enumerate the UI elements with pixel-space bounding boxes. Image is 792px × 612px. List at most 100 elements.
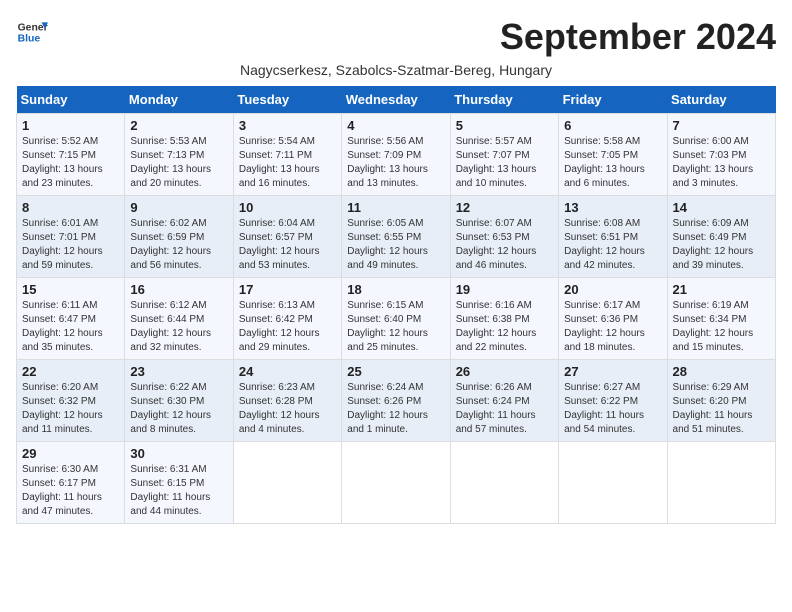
calendar-cell: 3 Sunrise: 5:54 AMSunset: 7:11 PMDaylight…: [233, 114, 341, 196]
calendar-cell: 29 Sunrise: 6:30 AMSunset: 6:17 PMDayligh…: [17, 442, 125, 524]
day-number: 21: [673, 282, 770, 297]
calendar-cell: 28 Sunrise: 6:29 AMSunset: 6:20 PMDayligh…: [667, 360, 775, 442]
day-info: Sunrise: 6:30 AMSunset: 6:17 PMDaylight:…: [22, 464, 102, 517]
day-number: 6: [564, 118, 661, 133]
day-number: 8: [22, 200, 119, 215]
day-info: Sunrise: 6:01 AMSunset: 7:01 PMDaylight:…: [22, 218, 103, 271]
page-header: General Blue September 2024: [16, 16, 776, 58]
calendar-cell: 12 Sunrise: 6:07 AMSunset: 6:53 PMDayligh…: [450, 196, 558, 278]
day-info: Sunrise: 6:11 AMSunset: 6:47 PMDaylight:…: [22, 300, 103, 353]
logo-icon: General Blue: [16, 16, 48, 48]
svg-text:Blue: Blue: [18, 34, 41, 45]
day-number: 19: [456, 282, 553, 297]
day-info: Sunrise: 6:22 AMSunset: 6:30 PMDaylight:…: [130, 382, 211, 435]
calendar-cell: [233, 442, 341, 524]
day-number: 20: [564, 282, 661, 297]
day-info: Sunrise: 6:12 AMSunset: 6:44 PMDaylight:…: [130, 300, 211, 353]
calendar-cell: [450, 442, 558, 524]
day-info: Sunrise: 6:15 AMSunset: 6:40 PMDaylight:…: [347, 300, 428, 353]
day-info: Sunrise: 6:16 AMSunset: 6:38 PMDaylight:…: [456, 300, 537, 353]
day-info: Sunrise: 6:29 AMSunset: 6:20 PMDaylight:…: [673, 382, 753, 435]
calendar-cell: 16 Sunrise: 6:12 AMSunset: 6:44 PMDayligh…: [125, 278, 233, 360]
calendar-cell: 9 Sunrise: 6:02 AMSunset: 6:59 PMDaylight…: [125, 196, 233, 278]
day-info: Sunrise: 6:17 AMSunset: 6:36 PMDaylight:…: [564, 300, 645, 353]
day-header-saturday: Saturday: [667, 86, 775, 114]
calendar-cell: 2 Sunrise: 5:53 AMSunset: 7:13 PMDaylight…: [125, 114, 233, 196]
day-info: Sunrise: 6:09 AMSunset: 6:49 PMDaylight:…: [673, 218, 754, 271]
day-header-friday: Friday: [559, 86, 667, 114]
day-info: Sunrise: 6:27 AMSunset: 6:22 PMDaylight:…: [564, 382, 644, 435]
day-number: 28: [673, 364, 770, 379]
calendar-cell: 27 Sunrise: 6:27 AMSunset: 6:22 PMDayligh…: [559, 360, 667, 442]
day-number: 4: [347, 118, 444, 133]
day-info: Sunrise: 6:02 AMSunset: 6:59 PMDaylight:…: [130, 218, 211, 271]
day-info: Sunrise: 6:26 AMSunset: 6:24 PMDaylight:…: [456, 382, 536, 435]
day-info: Sunrise: 6:07 AMSunset: 6:53 PMDaylight:…: [456, 218, 537, 271]
day-number: 27: [564, 364, 661, 379]
calendar-cell: 8 Sunrise: 6:01 AMSunset: 7:01 PMDaylight…: [17, 196, 125, 278]
logo: General Blue: [16, 16, 52, 48]
day-number: 24: [239, 364, 336, 379]
calendar-cell: 30 Sunrise: 6:31 AMSunset: 6:15 PMDayligh…: [125, 442, 233, 524]
calendar-cell: 23 Sunrise: 6:22 AMSunset: 6:30 PMDayligh…: [125, 360, 233, 442]
day-info: Sunrise: 6:23 AMSunset: 6:28 PMDaylight:…: [239, 382, 320, 435]
day-number: 23: [130, 364, 227, 379]
day-number: 12: [456, 200, 553, 215]
subtitle: Nagycserkesz, Szabolcs-Szatmar-Bereg, Hu…: [16, 62, 776, 78]
calendar-cell: 17 Sunrise: 6:13 AMSunset: 6:42 PMDayligh…: [233, 278, 341, 360]
day-info: Sunrise: 6:00 AMSunset: 7:03 PMDaylight:…: [673, 136, 754, 189]
day-info: Sunrise: 6:08 AMSunset: 6:51 PMDaylight:…: [564, 218, 645, 271]
day-info: Sunrise: 6:19 AMSunset: 6:34 PMDaylight:…: [673, 300, 754, 353]
day-info: Sunrise: 5:54 AMSunset: 7:11 PMDaylight:…: [239, 136, 320, 189]
day-info: Sunrise: 5:58 AMSunset: 7:05 PMDaylight:…: [564, 136, 645, 189]
day-info: Sunrise: 6:04 AMSunset: 6:57 PMDaylight:…: [239, 218, 320, 271]
day-number: 30: [130, 446, 227, 461]
day-info: Sunrise: 6:20 AMSunset: 6:32 PMDaylight:…: [22, 382, 103, 435]
calendar-cell: 22 Sunrise: 6:20 AMSunset: 6:32 PMDayligh…: [17, 360, 125, 442]
calendar-cell: 18 Sunrise: 6:15 AMSunset: 6:40 PMDayligh…: [342, 278, 450, 360]
day-info: Sunrise: 5:52 AMSunset: 7:15 PMDaylight:…: [22, 136, 103, 189]
day-number: 17: [239, 282, 336, 297]
day-header-wednesday: Wednesday: [342, 86, 450, 114]
day-number: 9: [130, 200, 227, 215]
day-info: Sunrise: 5:53 AMSunset: 7:13 PMDaylight:…: [130, 136, 211, 189]
day-number: 1: [22, 118, 119, 133]
calendar-cell: 21 Sunrise: 6:19 AMSunset: 6:34 PMDayligh…: [667, 278, 775, 360]
calendar-cell: 15 Sunrise: 6:11 AMSunset: 6:47 PMDayligh…: [17, 278, 125, 360]
day-info: Sunrise: 6:05 AMSunset: 6:55 PMDaylight:…: [347, 218, 428, 271]
calendar-cell: 11Sunrise: 6:05 AMSunset: 6:55 PMDayligh…: [342, 196, 450, 278]
calendar-cell: 13 Sunrise: 6:08 AMSunset: 6:51 PMDayligh…: [559, 196, 667, 278]
calendar-table: SundayMondayTuesdayWednesdayThursdayFrid…: [16, 86, 776, 524]
day-number: 3: [239, 118, 336, 133]
day-number: 25: [347, 364, 444, 379]
day-info: Sunrise: 6:31 AMSunset: 6:15 PMDaylight:…: [130, 464, 210, 517]
day-header-thursday: Thursday: [450, 86, 558, 114]
day-number: 16: [130, 282, 227, 297]
day-number: 7: [673, 118, 770, 133]
day-number: 29: [22, 446, 119, 461]
day-number: 18: [347, 282, 444, 297]
calendar-cell: 14 Sunrise: 6:09 AMSunset: 6:49 PMDayligh…: [667, 196, 775, 278]
calendar-cell: 1 Sunrise: 5:52 AMSunset: 7:15 PMDaylight…: [17, 114, 125, 196]
calendar-cell: 4 Sunrise: 5:56 AMSunset: 7:09 PMDaylight…: [342, 114, 450, 196]
day-number: 15: [22, 282, 119, 297]
day-number: 2: [130, 118, 227, 133]
calendar-cell: 19 Sunrise: 6:16 AMSunset: 6:38 PMDayligh…: [450, 278, 558, 360]
day-info: Sunrise: 5:56 AMSunset: 7:09 PMDaylight:…: [347, 136, 428, 189]
day-number: 22: [22, 364, 119, 379]
day-info: Sunrise: 6:13 AMSunset: 6:42 PMDaylight:…: [239, 300, 320, 353]
calendar-cell: 20 Sunrise: 6:17 AMSunset: 6:36 PMDayligh…: [559, 278, 667, 360]
calendar-cell: [667, 442, 775, 524]
day-number: 26: [456, 364, 553, 379]
calendar-cell: 26 Sunrise: 6:26 AMSunset: 6:24 PMDayligh…: [450, 360, 558, 442]
day-number: 5: [456, 118, 553, 133]
day-header-sunday: Sunday: [17, 86, 125, 114]
day-header-tuesday: Tuesday: [233, 86, 341, 114]
month-title: September 2024: [500, 16, 776, 58]
day-info: Sunrise: 5:57 AMSunset: 7:07 PMDaylight:…: [456, 136, 537, 189]
calendar-cell: [342, 442, 450, 524]
calendar-cell: 7 Sunrise: 6:00 AMSunset: 7:03 PMDaylight…: [667, 114, 775, 196]
day-number: 14: [673, 200, 770, 215]
day-number: 13: [564, 200, 661, 215]
calendar-cell: 25Sunrise: 6:24 AMSunset: 6:26 PMDayligh…: [342, 360, 450, 442]
